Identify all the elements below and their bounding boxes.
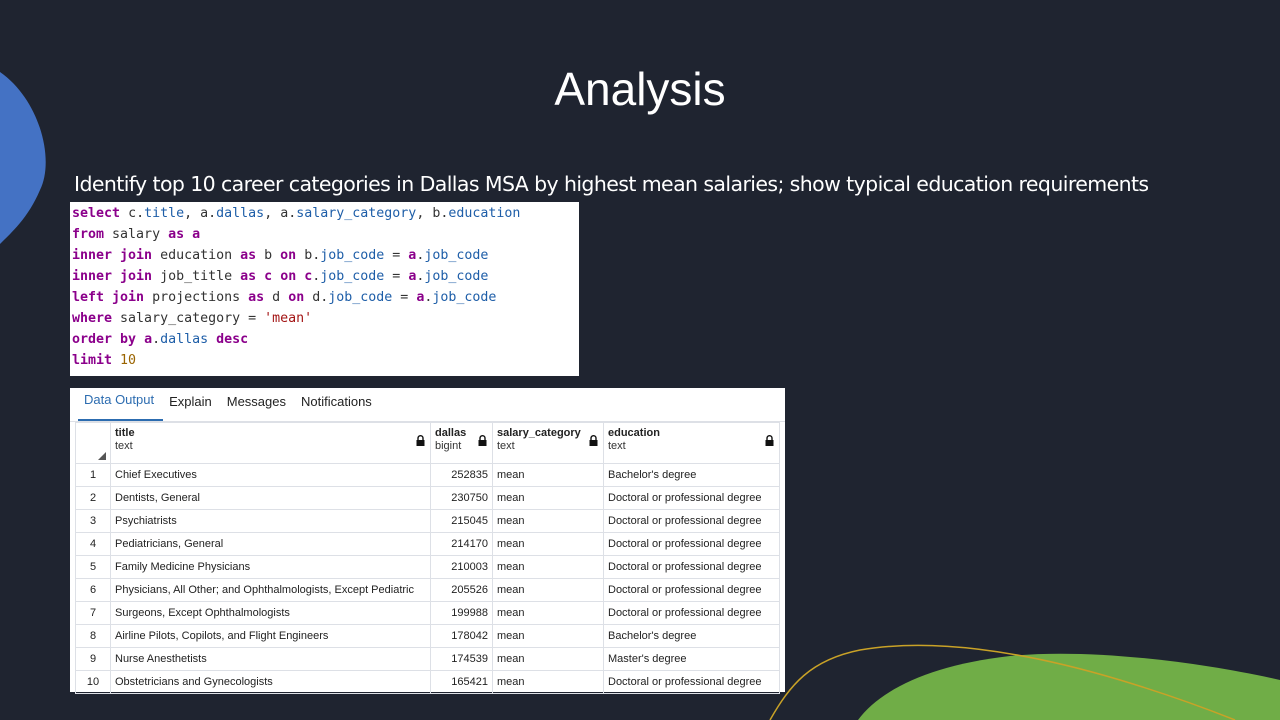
table-row[interactable]: 1 Chief Executives 252835 mean Bachelor's de… [75, 463, 780, 487]
results-tab-bar: Data Output Explain Messages Notificatio… [70, 388, 785, 422]
tab-messages[interactable]: Messages [221, 394, 295, 421]
sql-line-2: from salary as a [72, 227, 201, 242]
sql-query-box: select c.title, a.dallas, a.salary_categ… [70, 202, 579, 376]
slide-title: Analysis [554, 63, 726, 115]
sql-line-4: inner join job_title as c on c.job_code … [72, 269, 489, 284]
table-row[interactable]: 8 Airline Pilots, Copilots, and Flight En… [75, 624, 780, 648]
lock-icon [416, 435, 425, 446]
slide-subtitle: Identify top 10 career categories in Dal… [74, 172, 1149, 196]
row-number-header[interactable] [75, 422, 111, 464]
table-row[interactable]: 4 Pediatricians, General 214170 mean Doctora… [75, 532, 780, 556]
table-row[interactable]: 9 Nurse Anesthetists 174539 mean Master's de… [75, 647, 780, 671]
sql-line-5: left join projections as d on d.job_code… [72, 290, 497, 305]
sql-line-6: where salary_category = 'mean' [72, 311, 313, 326]
table-row[interactable]: 10 Obstetricians and Gynecologists 165421 m… [75, 670, 780, 694]
sort-corner-icon [98, 452, 106, 460]
sql-line-3: inner join education as b on b.job_code … [72, 248, 489, 263]
lock-icon [589, 435, 598, 446]
table-row[interactable]: 3 Psychiatrists 215045 mean Doctoral or prof… [75, 509, 780, 533]
column-header-salary-category[interactable]: salary_category text [492, 422, 604, 464]
column-header-dallas[interactable]: dallas bigint [430, 422, 493, 464]
column-header-education[interactable]: education text [603, 422, 780, 464]
query-results-panel: Data Output Explain Messages Notificatio… [70, 388, 785, 694]
table-row[interactable]: 5 Family Medicine Physicians 210003 mean Doc… [75, 555, 780, 579]
column-header-title[interactable]: title text [110, 422, 431, 464]
sql-line-8: limit 10 [72, 353, 137, 368]
tab-notifications[interactable]: Notifications [295, 394, 381, 421]
table-row[interactable]: 6 Physicians, All Other; and Ophthalmolog… [75, 578, 780, 602]
results-table: title text dallas bigint salary_category… [75, 422, 780, 694]
sql-line-1: select c.title, a.dallas, a.salary_categ… [72, 206, 521, 221]
tab-explain[interactable]: Explain [163, 394, 221, 421]
lock-icon [765, 435, 774, 446]
tab-data-output[interactable]: Data Output [78, 392, 164, 421]
table-row[interactable]: 7 Surgeons, Except Ophthalmologists 199988… [75, 601, 780, 625]
lock-icon [478, 435, 487, 446]
table-row[interactable]: 2 Dentists, General 230750 mean Doctoral or … [75, 486, 780, 510]
sql-line-7: order by a.dallas desc [72, 332, 249, 347]
green-decorative-shape [858, 653, 1280, 720]
results-table-body: 1 Chief Executives 252835 mean Bachelor's de… [75, 463, 780, 694]
